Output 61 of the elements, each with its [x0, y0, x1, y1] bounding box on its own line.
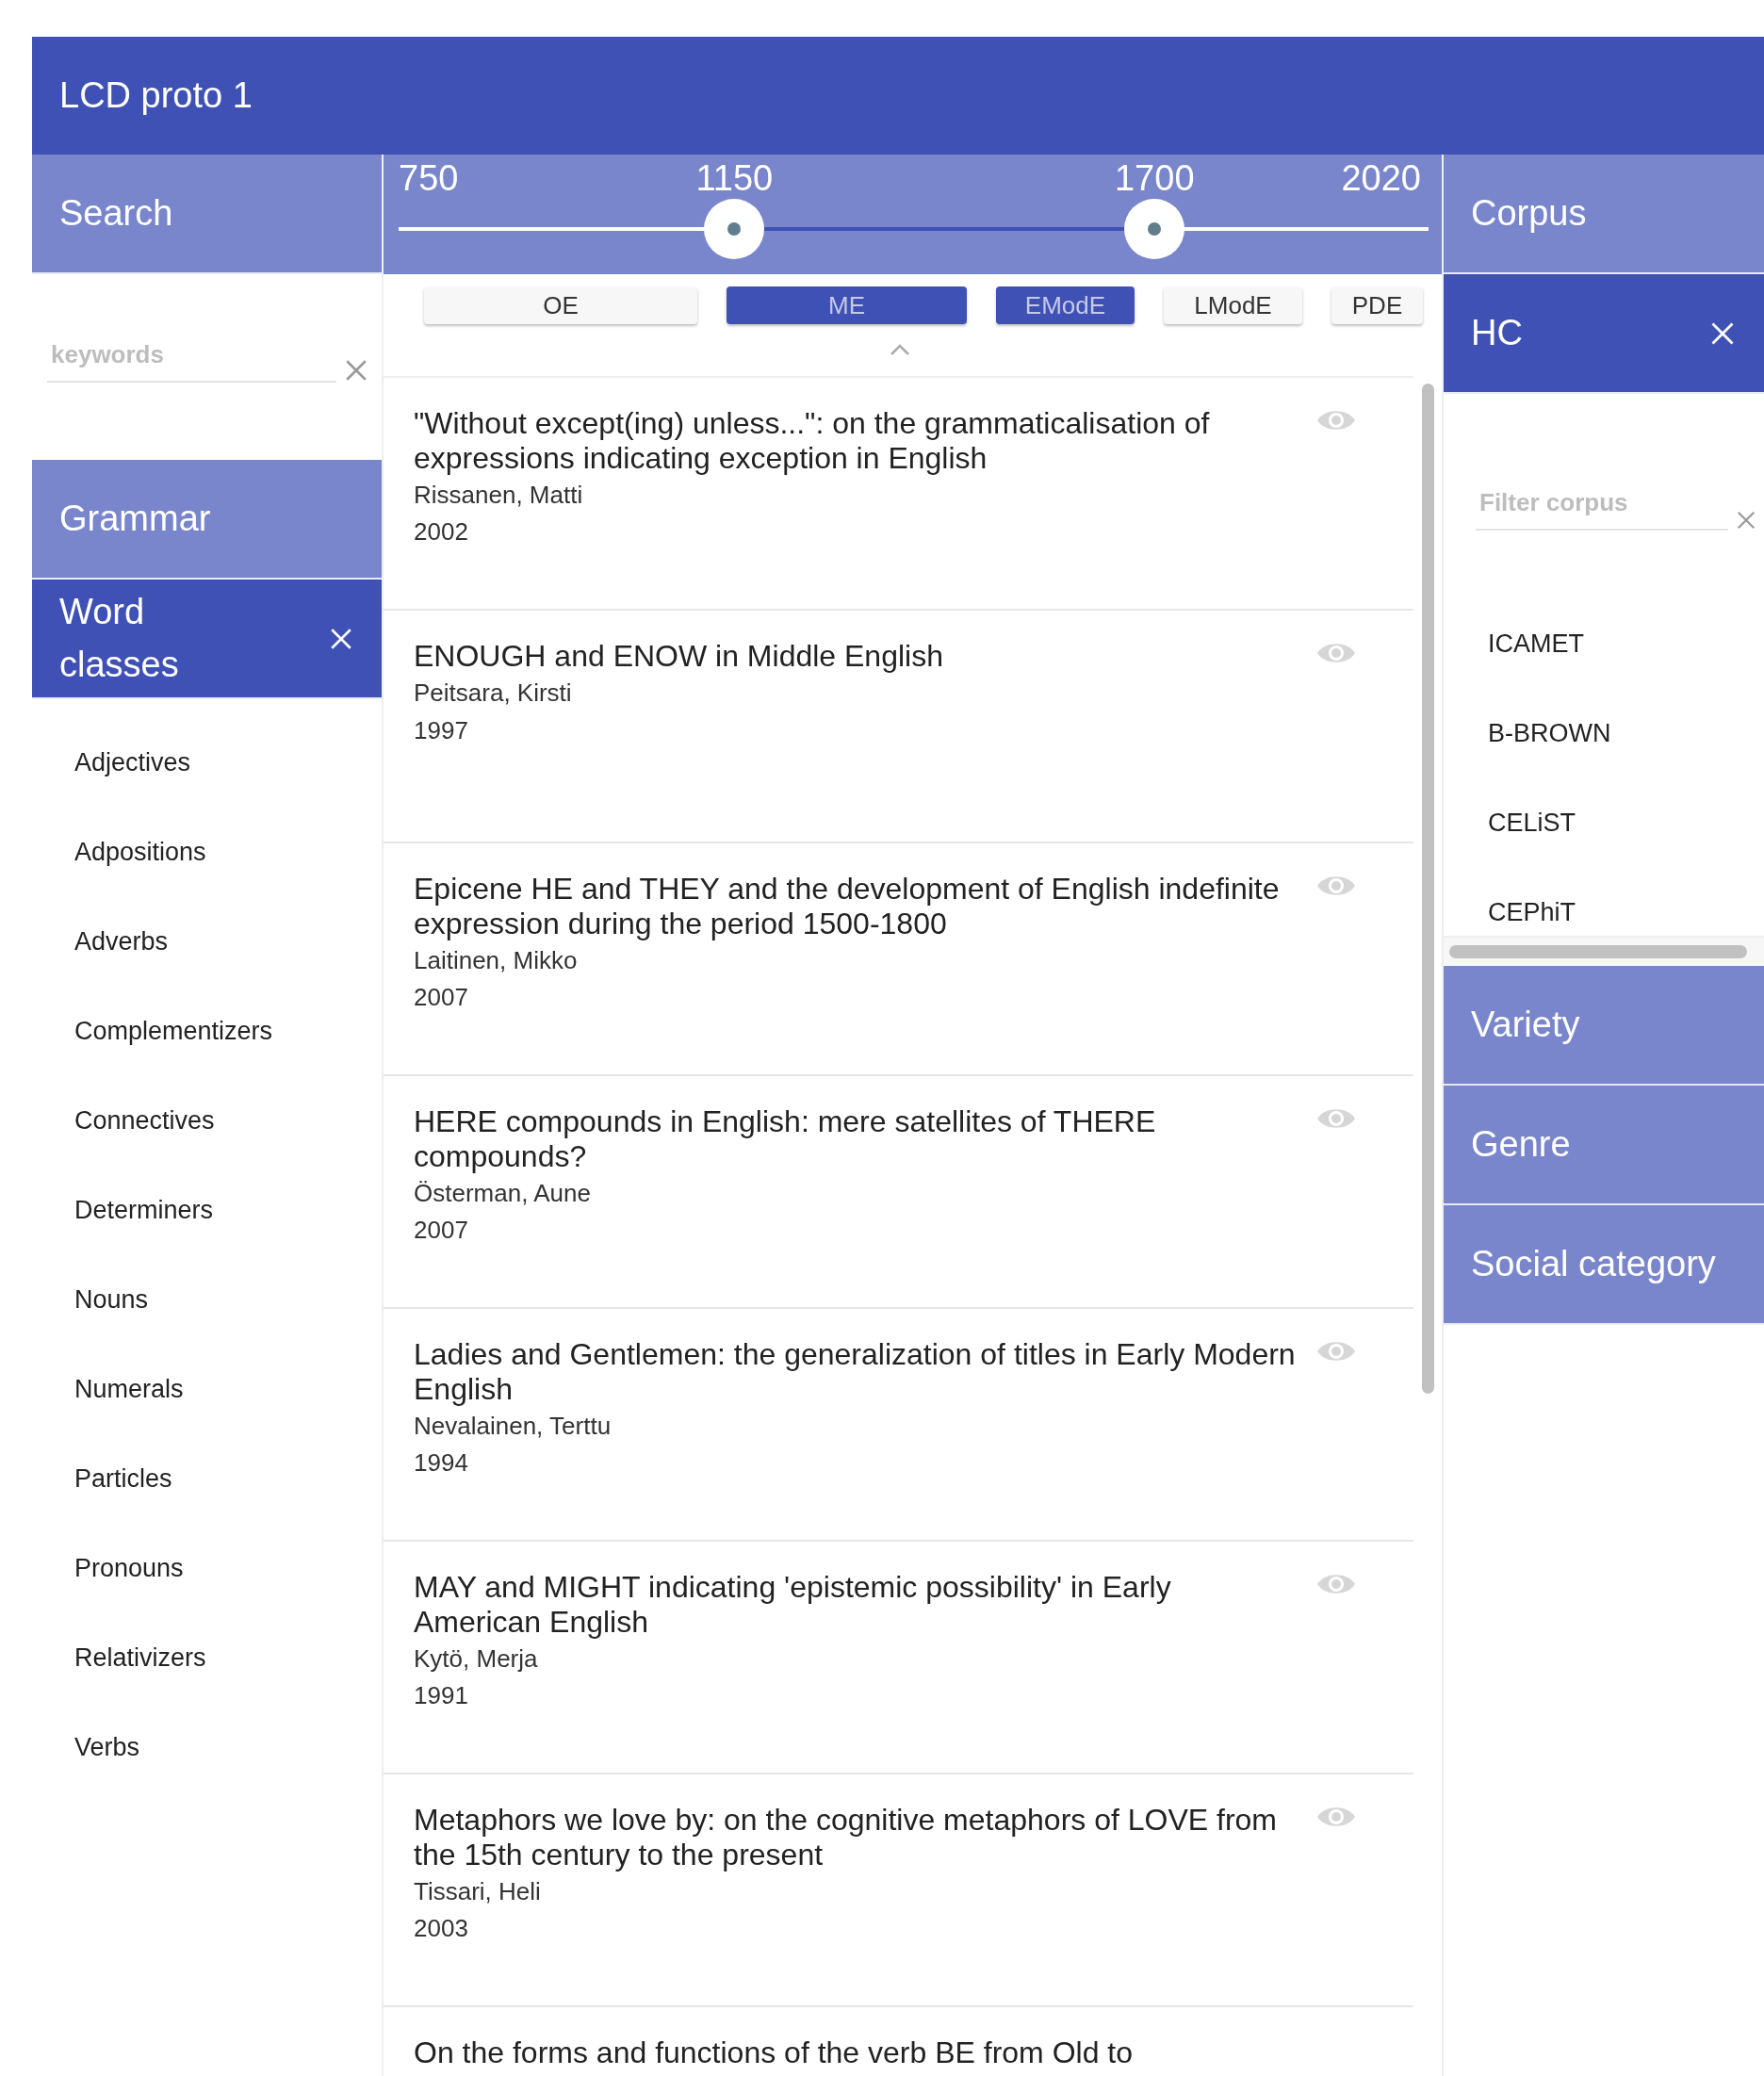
result-title[interactable]: Metaphors we love by: on the cognitive metaphors of LOVE from the 15th century to the present [414, 1803, 1299, 1872]
word-class-item[interactable]: Verbs [32, 1703, 382, 1792]
period-button[interactable]: LModE [1164, 286, 1302, 324]
result-year: 2002 [414, 516, 469, 548]
period-button[interactable]: OE [424, 286, 697, 324]
word-class-item[interactable]: Adverbs [32, 897, 382, 987]
result-year: 1997 [414, 714, 469, 746]
scrollbar[interactable] [1421, 384, 1434, 1394]
corpus-item[interactable]: ICAMET [1444, 629, 1764, 719]
result-year: 1994 [414, 1447, 469, 1479]
word-class-item[interactable]: Numerals [32, 1345, 382, 1434]
result-title[interactable]: "Without except(ing) unless...": on the grammaticalisation of expressions indicating exception in English [414, 406, 1299, 476]
result-title[interactable]: Ladies and Gentlemen: the generalization of titles in Early Modern English [414, 1337, 1299, 1407]
word-classes-filter[interactable]: Word classes [32, 580, 382, 699]
word-class-item[interactable]: Connectives [32, 1076, 382, 1166]
corpus-item[interactable]: B-BROWN [1444, 719, 1764, 809]
word-class-item[interactable]: Determiners [32, 1166, 382, 1255]
result-title[interactable]: Epicene HE and THEY and the development of English indefinite expression during the period 1500-1800 [414, 872, 1299, 941]
result-year: 1991 [414, 1680, 469, 1712]
max-year-label: 2020 [1341, 158, 1421, 199]
word-class-item[interactable]: Adpositions [32, 808, 382, 897]
word-class-item[interactable]: Complementizers [32, 987, 382, 1076]
close-icon [1736, 510, 1756, 531]
result-title[interactable]: ENOUGH and ENOW in Middle English [414, 639, 1299, 674]
result-author: Tissari, Heli [414, 1875, 542, 1907]
result-title[interactable]: On the forms and functions of the verb BE from Old to [414, 2035, 1299, 2070]
word-class-item[interactable]: Nouns [32, 1255, 382, 1345]
search-header: Search [32, 155, 382, 274]
result-year: 2003 [414, 1913, 469, 1945]
word-class-item[interactable]: Particles [32, 1434, 382, 1524]
min-year-label: 750 [399, 158, 459, 199]
scrollbar[interactable] [1449, 945, 1747, 958]
keywords-field[interactable]: keywords [47, 329, 336, 383]
word-class-item[interactable]: Relativizers [32, 1613, 382, 1703]
period-button[interactable]: PDE [1331, 286, 1423, 324]
result-author: Österman, Aune [414, 1177, 592, 1209]
result-author: Rissanen, Matti [414, 479, 584, 511]
word-class-item[interactable]: Adjectives [32, 718, 382, 808]
result-author: Nevalainen, Terttu [414, 1410, 612, 1442]
corpus-item[interactable]: CELiST [1444, 809, 1764, 898]
filter-corpus-field[interactable]: Filter corpus [1476, 477, 1728, 531]
result-year: 2007 [414, 982, 469, 1014]
year-label: 1150 [695, 158, 774, 199]
result-title[interactable]: MAY and MIGHT indicating 'epistemic possibility' in Early American English [414, 1570, 1299, 1640]
result-author: Kytö, Merja [414, 1643, 539, 1675]
result-title[interactable]: HERE compounds in English: mere satellites of THERE compounds? [414, 1104, 1299, 1174]
result-author: Peitsara, Kirsti [414, 677, 573, 709]
year-label: 1700 [1115, 158, 1195, 199]
period-button[interactable]: EModE [996, 286, 1135, 324]
corpus-filter[interactable]: HC [1444, 274, 1764, 394]
year-range-slider[interactable] [399, 199, 1429, 259]
word-class-item[interactable]: Pronouns [32, 1524, 382, 1613]
result-year: 2007 [414, 1215, 469, 1247]
corpus-item[interactable]: CEPhiT [1444, 898, 1764, 936]
app-header: LCD proto 1 [32, 37, 1764, 155]
close-icon [344, 358, 368, 383]
period-button[interactable]: ME [727, 286, 967, 324]
clear-button[interactable] [1736, 510, 1756, 531]
corpus-header: Corpus [1444, 155, 1764, 274]
result-author: Laitinen, Mikko [414, 944, 579, 976]
clear-button[interactable] [344, 358, 368, 383]
